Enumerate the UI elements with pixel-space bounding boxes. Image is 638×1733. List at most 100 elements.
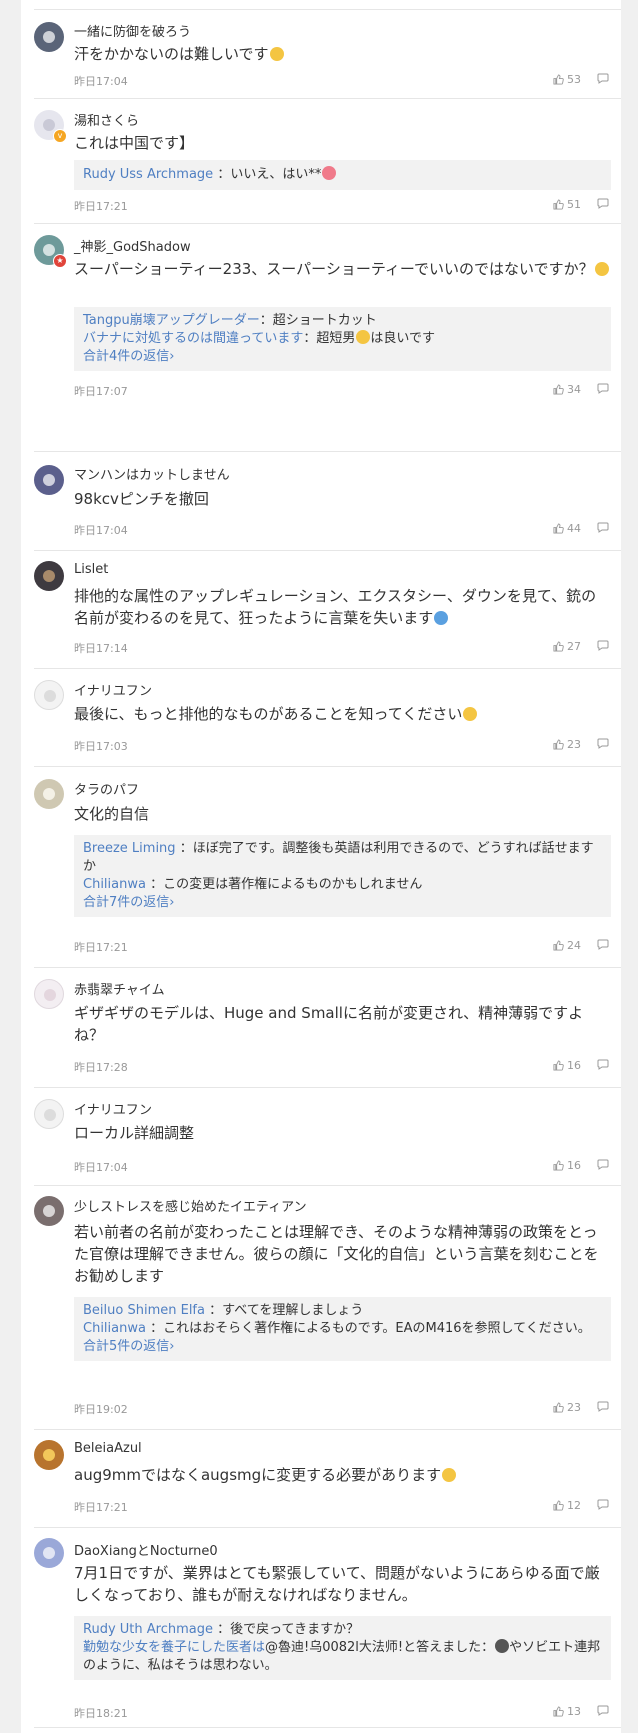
reply-username[interactable]: Tangpu崩壊アップグレーダー [83, 313, 260, 328]
comment-username[interactable]: タラのパフ [74, 779, 139, 798]
comment-reply-icon[interactable] [597, 738, 609, 749]
reply-text: は良いです [370, 331, 435, 346]
avatar-anime-icon[interactable] [34, 1538, 64, 1568]
comment-reply-icon[interactable] [597, 383, 609, 394]
comment-username[interactable]: 赤翡翠チャイム [74, 979, 165, 998]
comment-time: 昨日17:03 [74, 740, 128, 753]
thumbs-up-icon [553, 74, 564, 85]
reply-line: Beiluo Shimen Elfa ：すべてを理解しましょう [83, 1302, 602, 1320]
avatar-sketch-icon[interactable] [34, 979, 64, 1009]
comment-reply-icon[interactable] [597, 1705, 609, 1716]
thumbs-up-icon [553, 1402, 564, 1413]
comment-username[interactable]: DaoXiangとNocturne0 [74, 1540, 218, 1559]
like-button[interactable]: 44 [553, 522, 581, 535]
comment-item: v 湯和さくら これは中国です】 Rudy Uss Archmage ：いいえ、… [34, 98, 621, 224]
like-count: 44 [567, 522, 581, 535]
comment-reply-icon[interactable] [597, 1499, 609, 1510]
comment-reply-icon[interactable] [597, 1059, 609, 1070]
thumbs-up-icon [553, 739, 564, 750]
reply-username[interactable]: Chilianwa [83, 877, 146, 892]
comment-feed: 一緒に防御を破ろう 汗をかかないのは難しいです 昨日17:04 53 v 湯和さ… [21, 0, 621, 1733]
like-button[interactable]: 16 [553, 1159, 581, 1172]
comment-username[interactable]: 一緒に防御を破ろう [74, 21, 191, 40]
comment-text: スーパーショーティー233、スーパーショーティーでいいのではないですか？ [74, 258, 611, 280]
reply-username[interactable]: Beiluo Shimen Elfa [83, 1303, 205, 1318]
like-count: 23 [567, 1401, 581, 1414]
avatar-character-icon[interactable] [34, 1196, 64, 1226]
comment-username[interactable]: 湯和さくら [74, 110, 139, 129]
like-count: 23 [567, 738, 581, 751]
thumbs-up-icon [553, 641, 564, 652]
comment-username[interactable]: マンハンはカットしません [74, 464, 230, 483]
grin-emoji-icon [269, 47, 284, 61]
grin-emoji-icon [463, 707, 478, 721]
like-button[interactable]: 12 [553, 1499, 581, 1512]
comment-username[interactable]: Lislet [74, 562, 108, 577]
laugh-emoji-icon [594, 262, 609, 276]
vip-badge-icon: ★ [53, 254, 67, 268]
thumbs-up-icon [553, 523, 564, 534]
avatar-photo-icon[interactable] [34, 22, 64, 52]
comment-username[interactable]: 少しストレスを感じ始めたイエティアン [74, 1196, 307, 1215]
smile-emoji-icon [356, 330, 371, 344]
reply-username[interactable]: Rudy Uss Archmage [83, 167, 213, 182]
avatar-sunset-icon[interactable] [34, 1440, 64, 1470]
reply-username[interactable]: Rudy Uth Archmage [83, 1622, 213, 1637]
avatar-sketch-icon[interactable] [34, 680, 64, 710]
like-button[interactable]: 51 [553, 198, 581, 211]
reply-username[interactable]: バナナに対処するのは間違っています [83, 331, 303, 346]
comment-username[interactable]: _神影_GodShadow [74, 236, 191, 255]
comment-reply-icon[interactable] [597, 522, 609, 533]
heart-eyes-emoji-icon [322, 166, 337, 180]
comment-reply-icon[interactable] [597, 939, 609, 950]
comment-text: 文化的自信 [74, 805, 150, 823]
like-button[interactable]: 24 [553, 939, 581, 952]
comment-time: 昨日17:04 [74, 1161, 128, 1174]
reply-username[interactable]: Chilianwa [83, 1321, 146, 1336]
sweat-emoji-icon [442, 1468, 457, 1482]
comment-item: Lislet 排他的な属性のアップレギュレーション、エクスタシー、ダウンを見て、… [34, 550, 621, 669]
reply-username[interactable]: 勤勉な少女を養子にした医者は [83, 1640, 265, 1655]
reply-line: Breeze Liming ：ほぼ完了です。調整後も英語は利用できるので、どうす… [83, 840, 602, 876]
like-button[interactable]: 27 [553, 640, 581, 653]
comment-text: ギザギザのモデルは、Huge and Smallに名前が変更され、精神薄弱ですよ… [74, 1004, 584, 1044]
comment-time: 昨日17:14 [74, 642, 128, 655]
comment-reply-icon[interactable] [597, 640, 609, 651]
avatar-sketch-icon[interactable] [34, 1099, 64, 1129]
more-replies-link[interactable]: 合計4件の返信› [83, 348, 602, 366]
avatar-dark-icon[interactable] [34, 561, 64, 591]
more-replies-link[interactable]: 合計7件の返信› [83, 894, 602, 912]
like-button[interactable]: 53 [553, 73, 581, 86]
comment-item: イナリユフン ローカル詳細調整 昨日17:04 16 [34, 1087, 621, 1186]
comment-text: 最後に、もっと排他的なものがあることを知ってください [74, 703, 611, 725]
comment-text: 排他的な属性のアップレギュレーション、エクスタシー、ダウンを見て、銃の名前が変わ… [74, 587, 597, 627]
like-button[interactable]: 23 [553, 738, 581, 751]
like-count: 16 [567, 1059, 581, 1072]
comment-reply-icon[interactable] [597, 1159, 609, 1170]
comment-item: 一緒に防御を破ろう 汗をかかないのは難しいです 昨日17:04 53 [34, 10, 621, 99]
blue-emoji-icon [434, 611, 449, 625]
reply-text: ：これはおそらく著作権によるものです。EAのM416を参照してください。 [150, 1321, 591, 1336]
avatar-pet-icon[interactable] [34, 779, 64, 809]
comment-text: 98kcvピンチを撤回 [74, 490, 209, 508]
reply-username[interactable]: Breeze Liming [83, 841, 176, 856]
avatar-anime-icon[interactable] [34, 465, 64, 495]
comment-time: 昨日17:21 [74, 941, 128, 954]
comment-reply-icon[interactable] [597, 73, 609, 84]
like-count: 53 [567, 73, 581, 86]
like-button[interactable]: 13 [553, 1705, 581, 1718]
comment-reply-icon[interactable] [597, 1401, 609, 1412]
reply-text: ：いいえ、はい** [217, 167, 322, 182]
reply-line: Rudy Uss Archmage ：いいえ、はい** [83, 165, 602, 185]
comment-username[interactable]: BeleiaAzul [74, 1441, 142, 1456]
comment-item: マンハンはカットしません 98kcvピンチを撤回 昨日17:04 44 [34, 451, 621, 551]
comment-reply-icon[interactable] [597, 198, 609, 209]
comment-username[interactable]: イナリユフン [74, 680, 152, 699]
more-replies-link[interactable]: 合計5件の返信› [83, 1338, 602, 1356]
reply-text: @魯迪!乌0082l大法师!と答えました： [265, 1640, 495, 1655]
like-button[interactable]: 23 [553, 1401, 581, 1414]
like-button[interactable]: 34 [553, 383, 581, 396]
comment-username[interactable]: イナリユフン [74, 1099, 152, 1118]
like-count: 34 [567, 383, 581, 396]
like-button[interactable]: 16 [553, 1059, 581, 1072]
